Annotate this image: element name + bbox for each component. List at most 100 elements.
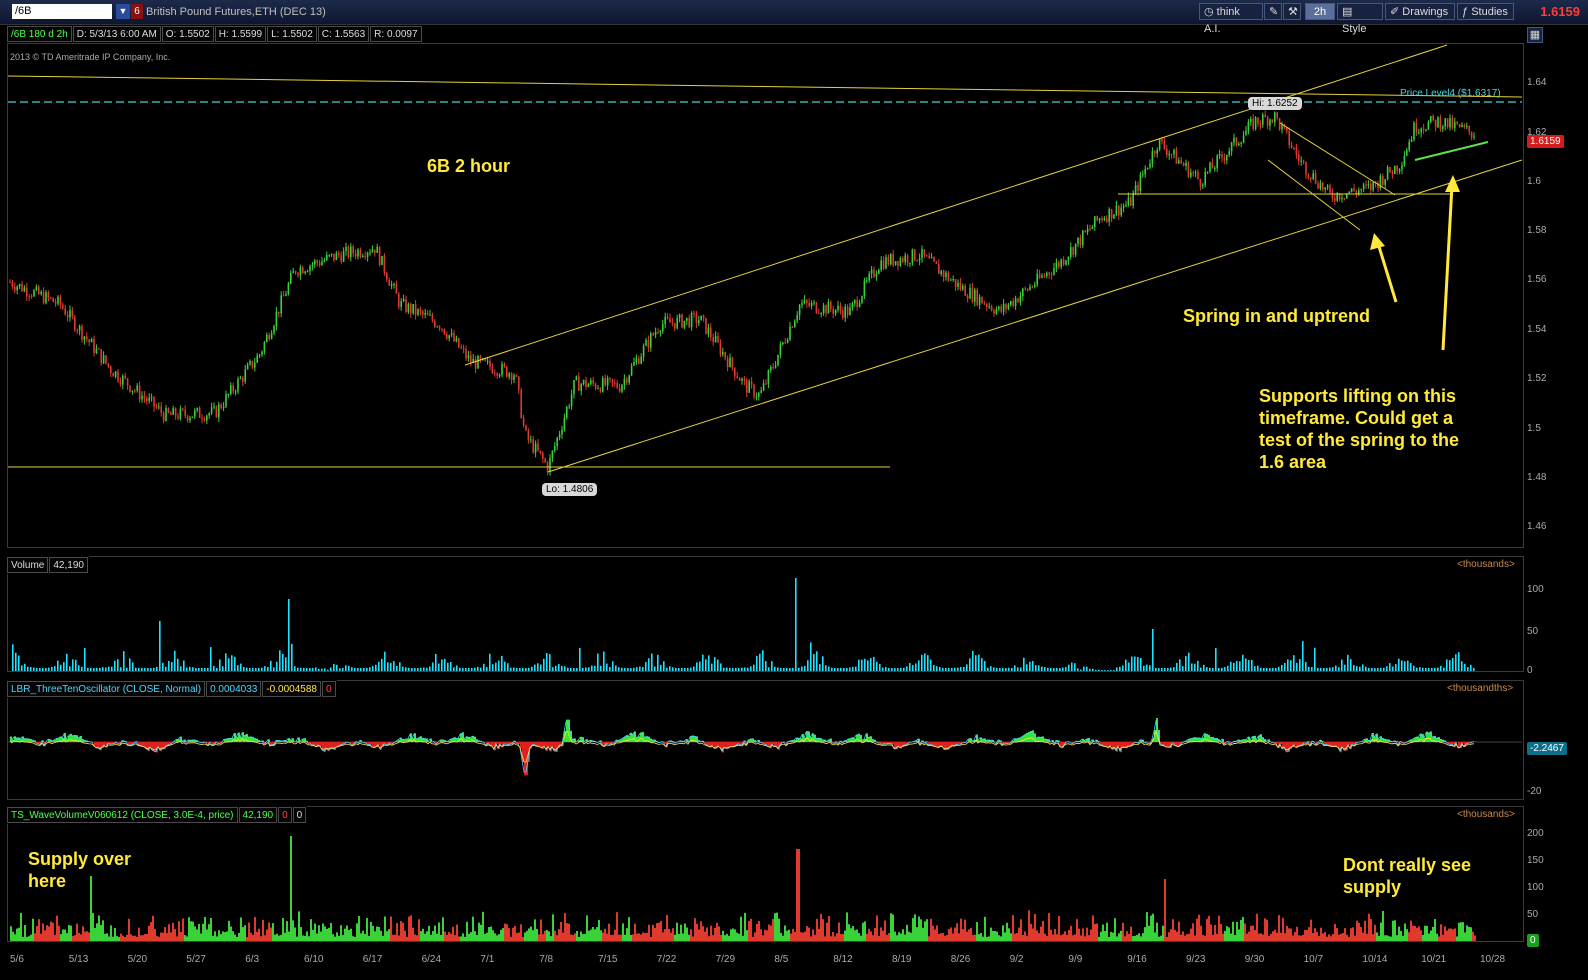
candle-body — [1322, 182, 1324, 190]
wave-bar — [772, 918, 774, 941]
wave-bar — [1032, 928, 1034, 941]
wave-bar — [54, 934, 56, 941]
candle-body — [1062, 259, 1065, 265]
volume-bar — [762, 650, 764, 671]
candle-body — [892, 254, 894, 265]
volume-bar — [684, 667, 686, 671]
volume-bar — [702, 654, 704, 671]
candle-body — [717, 335, 719, 343]
price-axis-label: 1.58 — [1527, 225, 1547, 236]
volume-bar — [891, 667, 893, 671]
volume-bar — [1368, 667, 1370, 671]
candle-body — [465, 348, 467, 359]
volume-bar — [402, 666, 404, 671]
date-axis-label: 6/17 — [362, 954, 383, 965]
candle-body — [753, 384, 755, 397]
wave-bar — [380, 930, 382, 941]
wave-bar — [1470, 927, 1472, 941]
candle-body — [1415, 122, 1418, 133]
wave-bar — [352, 936, 354, 941]
volume-bar — [1107, 670, 1109, 671]
candle-body — [501, 363, 503, 375]
volume-bar — [291, 643, 293, 671]
volume-bar — [48, 667, 50, 671]
candle-body — [297, 273, 299, 276]
wave-bar — [122, 935, 124, 941]
wave-bar — [168, 924, 170, 941]
volume-bar — [627, 668, 629, 671]
candle-body — [1326, 185, 1329, 188]
candle-body — [239, 377, 242, 380]
date-axis-label: 6/3 — [245, 954, 260, 965]
candle-body — [846, 306, 849, 316]
price-axis-label: 1.54 — [1527, 324, 1547, 335]
wave-bar — [1112, 932, 1114, 941]
volume-bar — [1266, 667, 1268, 671]
volume-bar — [642, 667, 644, 671]
wave-bar — [66, 933, 68, 941]
candle-body — [1458, 123, 1461, 127]
low-label: Lo: 1.4806 — [542, 483, 598, 496]
volume-bar — [1080, 669, 1082, 671]
candle-body — [899, 258, 902, 266]
volume-bar — [174, 650, 176, 671]
candle-body — [822, 305, 825, 314]
wave-bar — [1266, 919, 1268, 941]
wave-bar — [1292, 935, 1294, 941]
candle-body — [1022, 288, 1024, 297]
volume-bar — [453, 667, 455, 671]
wave-bar — [916, 927, 918, 941]
candle-body — [206, 415, 208, 421]
volume-bar — [1044, 667, 1046, 671]
candle-body — [578, 376, 580, 391]
wave-bar — [932, 925, 934, 941]
wave-bar — [1442, 934, 1444, 941]
candle-body — [1266, 117, 1269, 126]
wave-bar — [1140, 936, 1142, 941]
candle-body — [18, 283, 21, 287]
candle-body — [273, 326, 275, 334]
volume-bar — [1038, 665, 1040, 671]
wave-bar — [1404, 923, 1406, 941]
volume-bar — [1431, 667, 1433, 671]
wave-bar — [584, 933, 586, 941]
candle-body — [275, 311, 278, 327]
volume-bar — [360, 668, 362, 671]
candle-body — [849, 307, 851, 316]
candle-body — [371, 249, 374, 253]
wave-bar — [974, 934, 976, 941]
wave-bar — [508, 928, 510, 941]
candle-body — [467, 355, 470, 359]
wave-bar — [132, 935, 134, 941]
wave-bar — [1168, 932, 1170, 941]
wave-bar — [1448, 928, 1450, 941]
wave-bar — [1218, 915, 1220, 941]
spring-note: Spring in and uptrend — [1183, 306, 1370, 326]
volume-bar — [840, 667, 842, 671]
wave-bar — [1044, 933, 1046, 941]
wave-bar — [1318, 935, 1320, 941]
wave-bar — [730, 929, 732, 941]
candle-body — [1278, 118, 1281, 130]
wave-bar — [1270, 933, 1272, 941]
volume-bar — [156, 666, 158, 671]
volume-bar — [885, 667, 887, 671]
wave-bar — [1058, 916, 1060, 941]
volume-bar — [45, 667, 47, 671]
candle-body — [1396, 165, 1398, 172]
wave-bar — [888, 933, 890, 941]
volume-bar — [1353, 665, 1355, 671]
wave-bar — [128, 918, 130, 941]
wave-bar — [860, 935, 862, 941]
oscillator-value-1: 0.0004033 — [206, 681, 262, 697]
candle-body — [1386, 167, 1389, 180]
volume-bar — [651, 653, 653, 671]
wave-bar — [162, 932, 164, 941]
candle-body — [801, 303, 803, 305]
wave-bar — [42, 923, 44, 941]
candle-body — [170, 412, 172, 415]
volume-bar — [486, 667, 488, 671]
volume-bar — [327, 669, 329, 671]
candle-body — [681, 314, 683, 328]
candle-body — [1055, 262, 1058, 268]
